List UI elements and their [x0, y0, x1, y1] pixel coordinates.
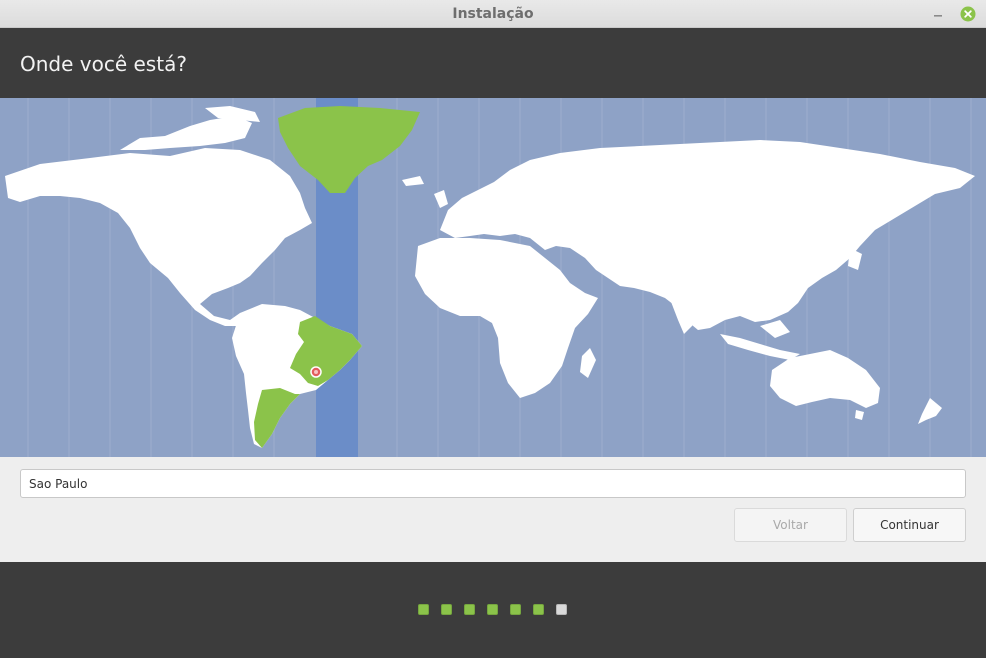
progress-step-dot	[487, 604, 498, 615]
minimize-icon[interactable]	[930, 6, 946, 22]
page-header: Onde você está?	[0, 28, 986, 98]
world-map-graphic[interactable]	[0, 98, 986, 457]
location-marker	[310, 366, 322, 378]
close-icon[interactable]	[960, 6, 976, 22]
progress-step-dot	[556, 604, 567, 615]
back-button[interactable]: Voltar	[734, 508, 847, 542]
progress-step-dot	[464, 604, 475, 615]
progress-step-dot	[418, 604, 429, 615]
progress-footer	[0, 562, 986, 658]
progress-step-dot	[441, 604, 452, 615]
progress-step-dot	[510, 604, 521, 615]
controls-area: Voltar Continuar	[0, 457, 986, 562]
continue-button[interactable]: Continuar	[853, 508, 966, 542]
installer-window: Instalação Onde você está? Sao Paulo Vol…	[0, 0, 986, 658]
progress-step-dot	[533, 604, 544, 615]
page-title: Onde você está?	[20, 52, 187, 76]
timezone-input[interactable]	[20, 469, 966, 498]
window-title: Instalação	[452, 6, 534, 22]
title-bar: Instalação	[0, 0, 986, 28]
timezone-map[interactable]	[0, 98, 986, 457]
